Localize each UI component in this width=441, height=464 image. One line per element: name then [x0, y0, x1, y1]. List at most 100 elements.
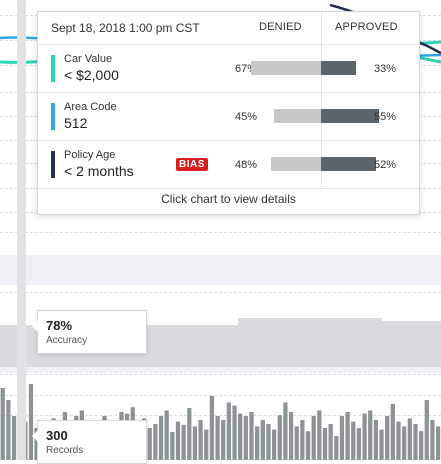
feature-value: < 2 months	[64, 163, 134, 179]
gridline	[0, 374, 441, 375]
feature-label: Car Value	[64, 53, 113, 65]
records-bar[interactable]	[368, 410, 373, 460]
accuracy-area-step	[238, 318, 382, 326]
records-bar[interactable]	[334, 436, 339, 460]
tooltip-timestamp: Sept 18, 2018 1:00 pm CST	[51, 21, 200, 35]
denied-bar	[251, 61, 321, 75]
denied-percent: 45%	[235, 111, 258, 123]
records-bar[interactable]	[413, 424, 418, 460]
denied-column-header: DENIED	[259, 21, 302, 33]
records-bar[interactable]	[373, 420, 378, 460]
records-bar[interactable]	[255, 426, 260, 460]
records-bar[interactable]	[396, 421, 401, 460]
background-band	[0, 255, 441, 285]
records-bar[interactable]	[204, 429, 209, 460]
feature-label: Area Code	[64, 101, 117, 113]
feature-value: 512	[64, 115, 88, 131]
records-bar[interactable]	[288, 412, 294, 460]
records-bar[interactable]	[198, 420, 203, 460]
records-bar[interactable]	[418, 431, 424, 460]
records-bar[interactable]	[407, 418, 412, 460]
accuracy-area-step	[382, 321, 441, 326]
feature-row-car-value[interactable]: Car Value < $2,000 67% 33%	[38, 45, 419, 93]
accuracy-value: 78%	[46, 318, 73, 333]
records-bar[interactable]	[390, 404, 395, 460]
row-color-swatch	[51, 103, 55, 130]
denied-percent: 48%	[235, 159, 258, 171]
callout-caret	[32, 320, 38, 332]
row-color-swatch	[51, 151, 55, 178]
records-bar[interactable]	[328, 424, 333, 460]
records-label: Records	[46, 445, 84, 456]
records-bar[interactable]	[300, 420, 305, 460]
records-bar[interactable]	[294, 426, 299, 460]
accuracy-label: Accuracy	[46, 335, 88, 346]
records-bar[interactable]	[181, 424, 186, 460]
records-bar[interactable]	[305, 431, 311, 460]
records-bar[interactable]	[192, 426, 198, 460]
records-bar[interactable]	[153, 424, 158, 460]
records-bar[interactable]	[209, 396, 215, 460]
records-bar[interactable]	[170, 432, 175, 460]
records-bar[interactable]	[147, 428, 152, 460]
records-bar[interactable]	[311, 416, 316, 460]
approved-percent: 52%	[374, 159, 397, 171]
approved-percent: 55%	[374, 111, 397, 123]
records-bar[interactable]	[362, 413, 367, 460]
records-bar[interactable]	[266, 424, 271, 460]
approved-bar	[321, 157, 376, 171]
records-bar[interactable]	[187, 408, 192, 460]
details-tooltip[interactable]: Sept 18, 2018 1:00 pm CST DENIED APPROVE…	[37, 11, 420, 215]
denied-bar	[274, 109, 321, 123]
records-bar[interactable]	[249, 412, 254, 460]
tooltip-footer-hint[interactable]: Click chart to view details	[38, 192, 419, 206]
records-bar[interactable]	[28, 384, 34, 460]
records-bar[interactable]	[356, 428, 362, 460]
records-bar[interactable]	[402, 426, 407, 460]
gridline	[0, 292, 441, 293]
approved-bar	[321, 61, 356, 75]
feature-row-area-code[interactable]: Area Code 512 45% 55%	[38, 93, 419, 141]
records-bar[interactable]	[215, 416, 220, 460]
records-bar[interactable]	[260, 420, 265, 460]
feature-value: < $2,000	[64, 67, 119, 83]
records-bar[interactable]	[232, 405, 237, 460]
records-bar[interactable]	[351, 421, 356, 460]
approved-column-header: APPROVED	[335, 21, 398, 33]
feature-row-policy-age[interactable]: Policy Age < 2 months BIAS 48% 52%	[38, 141, 419, 189]
records-value: 300	[46, 428, 68, 443]
records-bar[interactable]	[11, 416, 17, 460]
records-bar[interactable]	[243, 416, 248, 460]
callout-caret	[32, 430, 38, 442]
bias-badge[interactable]: BIAS	[176, 158, 208, 171]
time-cursor-line[interactable]	[17, 0, 26, 460]
records-bar[interactable]	[424, 400, 429, 460]
records-bar[interactable]	[158, 416, 164, 460]
tooltip-header: Sept 18, 2018 1:00 pm CST DENIED APPROVE…	[38, 12, 419, 45]
records-bar[interactable]	[175, 421, 181, 460]
records-bar[interactable]	[277, 415, 282, 460]
records-callout: 300 Records	[32, 420, 147, 464]
records-bar[interactable]	[430, 420, 435, 460]
gridline	[0, 232, 441, 233]
records-bar[interactable]	[283, 402, 288, 460]
records-bar[interactable]	[226, 402, 231, 460]
records-bar[interactable]	[385, 416, 390, 460]
row-color-swatch	[51, 55, 55, 82]
records-bar[interactable]	[0, 388, 5, 460]
approved-bar	[321, 109, 379, 123]
records-bar[interactable]	[164, 410, 169, 460]
records-bar[interactable]	[317, 410, 322, 460]
records-bar[interactable]	[339, 416, 345, 460]
feature-label: Policy Age	[64, 149, 116, 161]
records-bar[interactable]	[379, 429, 384, 460]
records-bar[interactable]	[322, 428, 328, 460]
records-bar[interactable]	[221, 420, 226, 460]
records-bar[interactable]	[345, 412, 350, 460]
records-bar[interactable]	[435, 426, 441, 460]
denied-bar	[271, 157, 321, 171]
records-bar[interactable]	[271, 429, 277, 460]
records-bar[interactable]	[6, 400, 11, 460]
accuracy-callout: 78% Accuracy	[32, 310, 147, 354]
records-bar[interactable]	[238, 413, 243, 460]
